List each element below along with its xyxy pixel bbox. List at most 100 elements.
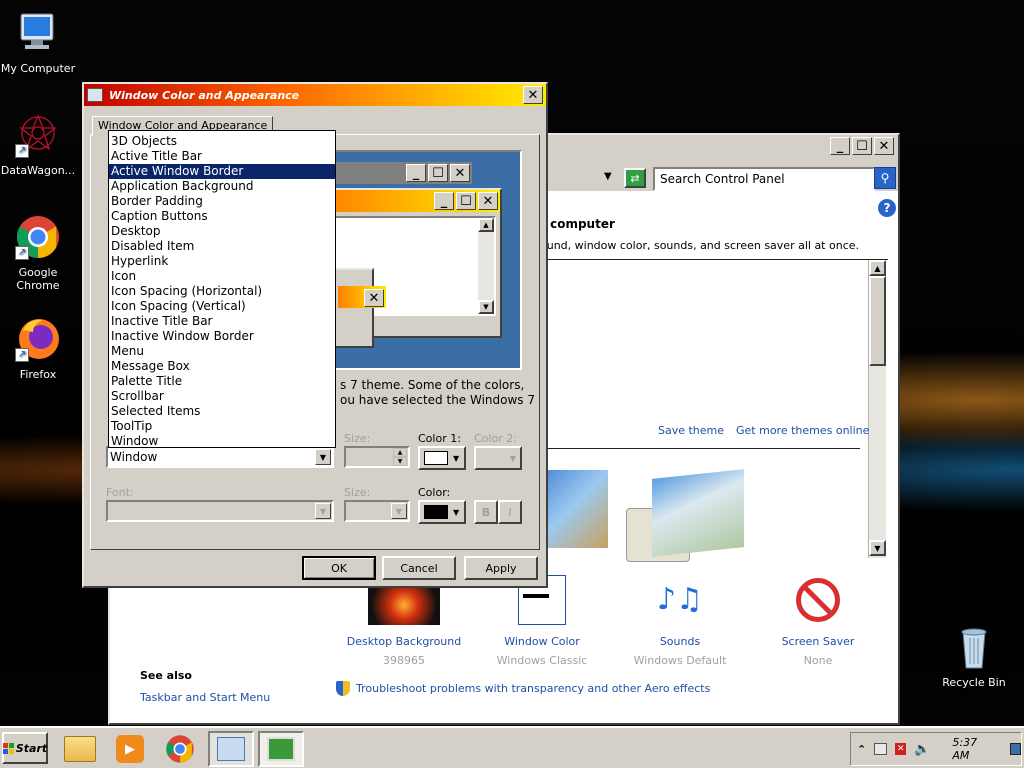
chevron-up-icon[interactable]: ⌃ — [857, 743, 866, 756]
taskbar: Start ▶ ⌃ ✕ 🔈 5:37 AM — [0, 726, 1024, 768]
scroll-thumb[interactable] — [869, 276, 886, 366]
dropdown-option[interactable]: Active Window Border — [109, 164, 335, 179]
dropdown-option[interactable]: Icon — [109, 269, 335, 284]
desktop-icon-recycle-bin[interactable]: Recycle Bin — [934, 624, 1014, 689]
item-window-color[interactable]: Window Color Windows Classic — [484, 575, 600, 667]
dropdown-option[interactable]: Application Background — [109, 179, 335, 194]
dialog-close-button[interactable]: ✕ — [523, 86, 543, 104]
theme-thumbnail-stack[interactable] — [652, 469, 744, 557]
search-input[interactable]: Search Control Panel — [653, 167, 875, 191]
item-subtitle: 398965 — [383, 654, 425, 667]
color1-picker[interactable]: ▼ — [418, 446, 466, 470]
item-title[interactable]: Window Color — [484, 635, 600, 648]
dropdown-option[interactable]: Active Title Bar — [109, 149, 335, 164]
theme-list-scrollbar[interactable]: ▲ ▼ — [868, 260, 886, 558]
chevron-down-icon: ▼ — [315, 503, 331, 519]
stepper-down-icon: ▼ — [393, 457, 407, 466]
preview-max-icon: ☐ — [456, 192, 476, 210]
stepper-up-icon: ▲ — [393, 448, 407, 457]
item-sounds[interactable]: ♪♫ Sounds Windows Default — [622, 575, 738, 667]
font-color-picker[interactable]: ▼ — [418, 500, 466, 524]
dropdown-option[interactable]: Hyperlink — [109, 254, 335, 269]
taskbar-media-player[interactable]: ▶ — [108, 731, 152, 767]
clock[interactable]: 5:37 AM — [952, 736, 993, 762]
help-icon[interactable]: ? — [878, 199, 896, 217]
flag-error-icon[interactable]: ✕ — [895, 743, 907, 755]
dropdown-option[interactable]: Palette Title — [109, 374, 335, 389]
font-size-label: Size: — [344, 486, 371, 499]
dropdown-option[interactable]: 3D Objects — [109, 134, 335, 149]
description-text-2: ou have selected the Windows 7 — [340, 393, 536, 407]
appearance-dialog: Window Color and Appearance ✕ Window Col… — [82, 82, 548, 588]
system-tray: ⌃ ✕ 🔈 5:37 AM — [850, 732, 1022, 766]
volume-icon[interactable]: 🔈 — [914, 742, 930, 757]
color2-label: Color 2: — [474, 432, 517, 445]
dropdown-option[interactable]: Inactive Title Bar — [109, 314, 335, 329]
dropdown-option[interactable]: Border Padding — [109, 194, 335, 209]
font-size-select: ▼ — [344, 500, 410, 522]
scroll-up-button[interactable]: ▲ — [869, 260, 886, 276]
show-desktop-icon[interactable] — [1009, 743, 1021, 755]
dropdown-option[interactable]: Selected Items — [109, 404, 335, 419]
troubleshoot-link[interactable]: Troubleshoot problems with transparency … — [356, 682, 710, 695]
start-button[interactable]: Start — [2, 732, 48, 764]
item-select[interactable]: Window ▼ — [106, 446, 334, 468]
description-text-1: s 7 theme. Some of the colors, — [340, 378, 525, 392]
dropdown-option[interactable]: Caption Buttons — [109, 209, 335, 224]
save-theme-link[interactable]: Save theme — [658, 424, 724, 437]
desktop-icon-datawagon[interactable]: ↗ DataWagon... — [0, 112, 78, 177]
dropdown-option[interactable]: Icon Spacing (Horizontal) — [109, 284, 335, 299]
media-player-icon: ▶ — [116, 735, 144, 763]
chrome-icon: ↗ — [15, 214, 61, 260]
scroll-down-button[interactable]: ▼ — [869, 540, 886, 556]
control-panel-icon — [217, 737, 245, 761]
dropdown-option[interactable]: Disabled Item — [109, 239, 335, 254]
network-icon[interactable] — [874, 743, 888, 755]
start-label: Start — [15, 741, 48, 755]
item-title[interactable]: Screen Saver — [760, 635, 876, 648]
refresh-button[interactable]: ⇄ — [624, 168, 646, 188]
address-dropdown-icon[interactable]: ▼ — [604, 171, 612, 182]
desktop-icon-label: DataWagon... — [0, 164, 76, 177]
bold-button: B — [474, 500, 498, 524]
chevron-down-icon[interactable]: ▼ — [315, 449, 331, 465]
folder-icon — [64, 736, 96, 762]
shortcut-arrow-icon: ↗ — [15, 246, 29, 260]
close-button[interactable]: ✕ — [874, 137, 894, 155]
taskbar-appearance[interactable] — [258, 731, 304, 767]
taskbar-explorer[interactable] — [58, 731, 102, 767]
taskbar-control-panel[interactable] — [208, 731, 254, 767]
color-swatch — [424, 451, 448, 465]
dropdown-option[interactable]: Desktop — [109, 224, 335, 239]
item-dropdown-list[interactable]: 3D Objects Active Title Bar Active Window … — [108, 130, 336, 448]
dropdown-option[interactable]: Icon Spacing (Vertical) — [109, 299, 335, 314]
color2-picker: ▼ — [474, 446, 522, 470]
dropdown-option[interactable]: Message Box — [109, 359, 335, 374]
window-controls: _ ☐ ✕ — [828, 137, 894, 155]
preview-close-icon: ✕ — [450, 164, 470, 182]
ok-button[interactable]: OK — [302, 556, 376, 580]
cancel-button[interactable]: Cancel — [382, 556, 456, 580]
desktop-icon-my-computer[interactable]: My Computer — [0, 10, 78, 75]
dropdown-option[interactable]: Menu — [109, 344, 335, 359]
item-screen-saver[interactable]: Screen Saver None — [760, 575, 876, 667]
minimize-button[interactable]: _ — [830, 137, 850, 155]
taskbar-start-menu-link[interactable]: Taskbar and Start Menu — [140, 691, 270, 704]
apply-button[interactable]: Apply — [464, 556, 538, 580]
item-size-label: Size: — [344, 432, 371, 445]
dropdown-option[interactable]: Window — [109, 434, 335, 449]
item-title[interactable]: Sounds — [622, 635, 738, 648]
taskbar-chrome[interactable] — [158, 731, 202, 767]
preview-min-icon: _ — [434, 192, 454, 210]
dropdown-option[interactable]: ToolTip — [109, 419, 335, 434]
item-desktop-background[interactable]: Desktop Background 398965 — [346, 575, 462, 667]
datawagon-icon: ↗ — [15, 112, 61, 158]
item-title[interactable]: Desktop Background — [346, 635, 462, 648]
dropdown-option[interactable]: Scrollbar — [109, 389, 335, 404]
search-icon[interactable]: ⚲ — [874, 167, 896, 189]
dropdown-option[interactable]: Inactive Window Border — [109, 329, 335, 344]
maximize-button[interactable]: ☐ — [852, 137, 872, 155]
desktop-icon-firefox[interactable]: ↗ Firefox — [0, 316, 78, 381]
desktop-icon-chrome[interactable]: ↗ Google Chrome — [0, 214, 78, 292]
get-more-themes-link[interactable]: Get more themes online — [736, 424, 869, 437]
